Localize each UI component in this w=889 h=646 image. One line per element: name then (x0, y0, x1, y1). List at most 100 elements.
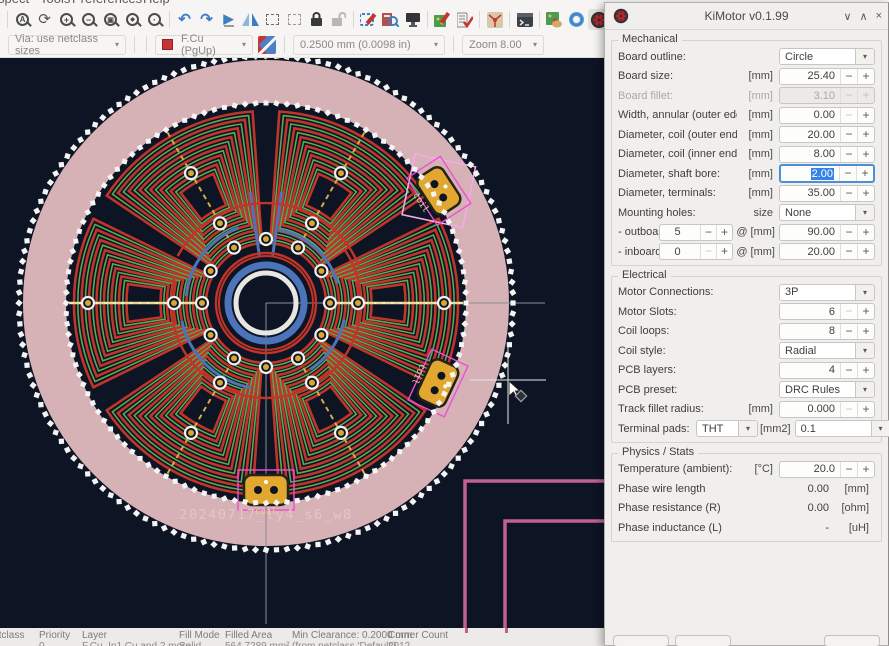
minus-button[interactable]: − (839, 166, 856, 181)
toolbar-separator (146, 36, 147, 53)
ratsnest-icon[interactable] (484, 9, 505, 30)
inboard-count-input[interactable]: 0−+ (659, 243, 733, 260)
plus-button[interactable]: + (857, 127, 874, 142)
maximize-button[interactable]: ∧ (860, 10, 868, 23)
minus-button[interactable]: − (840, 147, 857, 162)
layer-pair-icon[interactable] (258, 36, 276, 54)
minus-button[interactable]: − (840, 69, 857, 84)
menu-preferences[interactable]: Preferences (72, 0, 142, 6)
unlock-icon[interactable] (328, 9, 349, 30)
outboard-count-input[interactable]: 5−+ (659, 224, 733, 241)
plus-button[interactable]: + (857, 402, 874, 417)
flip-view-icon[interactable] (240, 9, 261, 30)
undo-icon[interactable]: ↶ (174, 9, 195, 30)
annular-width-input[interactable]: 0.00−+ (779, 107, 875, 124)
mounting-holes-select[interactable]: None▾ (779, 204, 875, 221)
chevron-down-icon: ▾ (242, 40, 246, 49)
via-size-select[interactable]: Via: use netclass sizes ▾ (8, 35, 126, 55)
redo-icon[interactable]: ↷ (196, 9, 217, 30)
menu-tools[interactable]: Tools (40, 0, 70, 6)
zoom-fit-objects-icon[interactable]: ◆ (122, 9, 143, 30)
plus-button[interactable]: + (857, 462, 874, 477)
coil-plugin-icon[interactable] (566, 9, 587, 30)
zoom-in-icon[interactable]: + (56, 9, 77, 30)
plugin-manager-icon[interactable] (544, 9, 565, 30)
motor-connections-select[interactable]: 3P▾ (779, 284, 875, 301)
plus-button[interactable]: + (857, 108, 874, 123)
inboard-diameter-input[interactable]: 20.00−+ (779, 243, 875, 260)
plus-button[interactable]: + (716, 225, 732, 240)
lock-icon[interactable] (306, 9, 327, 30)
shaft-bore-diameter-input[interactable]: 2.00−+ (779, 164, 875, 183)
toolbar-separator (539, 11, 540, 28)
scripting-console-icon[interactable] (514, 9, 535, 30)
minus-button[interactable]: − (840, 363, 857, 378)
plus-button[interactable]: + (856, 166, 873, 181)
coil-outer-diameter-input[interactable]: 20.00−+ (779, 126, 875, 143)
plus-button[interactable]: + (857, 225, 874, 240)
zoom-to-selection-icon[interactable]: · (144, 9, 165, 30)
zoom-fit-page-icon[interactable]: ▣ (100, 9, 121, 30)
zoom-select[interactable]: Zoom 8.00 ▾ (462, 35, 544, 55)
terminal-pad-size-select[interactable]: 0.1▾ (795, 420, 889, 437)
minus-button[interactable]: − (840, 462, 857, 477)
minimize-button[interactable]: ∨ (843, 10, 851, 23)
plus-button[interactable]: + (857, 244, 874, 259)
dialog-bottom-button[interactable] (824, 635, 880, 646)
minus-button[interactable]: − (840, 244, 857, 259)
paste-special-icon[interactable] (284, 9, 305, 30)
coil-inner-diameter-input[interactable]: 8.00−+ (779, 146, 875, 163)
minus-button[interactable]: − (700, 225, 716, 240)
minus-button[interactable]: − (840, 225, 857, 240)
grid-select[interactable]: 0.2500 mm (0.0098 in) ▾ (293, 35, 445, 55)
pcb-preset-select[interactable]: DRC Rules▾ (779, 381, 875, 398)
layer-color-swatch (162, 39, 173, 50)
track-fillet-radius-input[interactable]: 0.000−+ (779, 401, 875, 418)
plus-button[interactable]: + (857, 147, 874, 162)
menu-inspect[interactable]: spect (0, 0, 29, 6)
outboard-diameter-input[interactable]: 90.00−+ (779, 224, 875, 241)
minus-button[interactable]: − (840, 186, 857, 201)
find-icon[interactable]: ▶ (218, 9, 239, 30)
plus-button[interactable]: + (857, 69, 874, 84)
net-inspector-icon[interactable] (380, 9, 401, 30)
dialog-bottom-button[interactable] (675, 635, 731, 646)
pcb-layers-input[interactable]: 4−+ (779, 362, 875, 379)
dialog-titlebar[interactable]: KiMotor v0.1.99 ∨ ∧ × (605, 3, 888, 30)
plus-button[interactable]: + (857, 363, 874, 378)
plus-button[interactable]: + (857, 324, 874, 339)
sheet-line-tick (465, 628, 468, 633)
board-outline-select[interactable]: Circle▾ (779, 48, 875, 65)
zoom-to-objects-icon[interactable]: A (12, 9, 33, 30)
terminals-diameter-input[interactable]: 35.00−+ (779, 185, 875, 202)
dialog-bottom-button[interactable] (613, 635, 669, 646)
minus-button[interactable]: − (840, 127, 857, 142)
select-area-icon[interactable] (262, 9, 283, 30)
board-setup-icon[interactable] (358, 9, 379, 30)
zoom-out-icon[interactable]: − (78, 9, 99, 30)
close-button[interactable]: × (876, 10, 882, 23)
plus-button[interactable]: + (857, 186, 874, 201)
status-netclass: Netclass (0, 630, 24, 641)
minus-button[interactable]: − (840, 324, 857, 339)
status-fill-mode: Fill ModeSolid (179, 630, 220, 646)
display-options-icon[interactable] (402, 9, 423, 30)
board-size-input[interactable]: 25.40−+ (779, 68, 875, 85)
svg-text:20240717_ly4_s6_w8: 20240717_ly4_s6_w8 (179, 507, 352, 523)
motor-slots-input[interactable]: 6−+ (779, 303, 875, 320)
terminal-pad-type-select[interactable]: THT▾ (696, 420, 758, 437)
menu-help[interactable]: Help (143, 0, 170, 6)
coil-loops-input[interactable]: 8−+ (779, 323, 875, 340)
plus-button[interactable]: + (716, 244, 732, 259)
drc-check-icon[interactable] (454, 9, 475, 30)
temperature-input[interactable]: 20.0−+ (779, 461, 875, 478)
chevron-down-icon: ▾ (115, 40, 119, 49)
edit-board-icon[interactable] (432, 9, 453, 30)
coil-style-select[interactable]: Radial▾ (779, 342, 875, 359)
pcb-canvas[interactable]: coil coil coil20240717_ly4_s6_w8 Netclas… (0, 58, 604, 646)
refresh-icon[interactable]: ⟳ (34, 9, 55, 30)
pcb-drawing: coil coil coil20240717_ly4_s6_w8 (0, 58, 604, 646)
layer-select[interactable]: F.Cu (PgUp) ▾ (155, 35, 253, 55)
chevron-down-icon: ▾ (855, 382, 874, 397)
plus-button[interactable]: + (857, 304, 874, 319)
